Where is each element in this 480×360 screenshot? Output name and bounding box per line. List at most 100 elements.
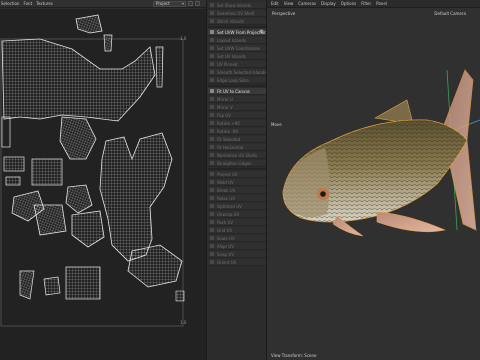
pelvic-fin — [376, 211, 446, 233]
tool-label: Mirror U — [217, 96, 233, 102]
tool-item[interactable]: Orient UV — [208, 259, 266, 266]
uv-menu-font[interactable]: Font — [23, 1, 32, 6]
tool-separator — [208, 168, 266, 170]
tool-item[interactable]: Project UV — [208, 171, 266, 178]
uv-menu-selection[interactable]: Selection — [1, 1, 19, 6]
tool-item[interactable]: Scale UV — [208, 235, 266, 242]
tool-item[interactable]: UV Pinned — [208, 61, 266, 68]
tool-icon — [210, 97, 214, 101]
tool-item[interactable]: Set UVW Coordinates — [208, 45, 266, 52]
uv-island-rect-4 — [1, 116, 11, 148]
tool-item[interactable]: Align UV — [208, 243, 266, 250]
tool-label: Fit UV to Canvas — [217, 88, 250, 94]
tool-item[interactable]: Stitch Islands — [208, 18, 266, 25]
tool-icon — [210, 121, 214, 125]
uv-island-mid — [59, 116, 97, 160]
tool-icon — [210, 89, 214, 93]
tool-item[interactable]: Break UV — [208, 187, 266, 194]
3d-viewport[interactable]: Edit View Cameras Display Options Filter… — [267, 0, 480, 360]
tool-label: Set UV Islands — [217, 53, 246, 59]
uv-island-fin-small — [103, 34, 113, 52]
projection-dropdown-value: Project — [156, 1, 170, 6]
tool-item[interactable]: Mirror U — [208, 96, 266, 103]
tool-item[interactable]: Seamless UV Shell — [208, 10, 266, 17]
uv-island-fin-top — [75, 14, 103, 34]
tool-label: Break UV — [217, 187, 236, 193]
tool-label: Unwrap UV — [217, 211, 240, 217]
tool-label: Relax UV — [217, 195, 235, 201]
tool-item[interactable]: Relax UV — [208, 195, 266, 202]
uv-island-tail — [127, 244, 183, 288]
tool-icon — [210, 252, 214, 256]
tool-icon — [210, 220, 214, 224]
tool-item[interactable]: Straighten Edges — [208, 160, 266, 167]
tool-label: Weld UV — [217, 179, 234, 185]
uv-snap-toggle-icon[interactable] — [195, 1, 200, 6]
tool-item[interactable]: Fit Horizontal — [208, 144, 266, 151]
uv-layout-svg — [0, 14, 185, 327]
tool-label: Stitch Islands — [217, 18, 244, 24]
tool-item[interactable]: Optimize UV — [208, 203, 266, 210]
tool-item[interactable]: Smooth Selected Islands — [208, 69, 266, 76]
tool-icon — [210, 11, 214, 15]
tool-icon — [210, 196, 214, 200]
tool-item[interactable]: Normalize UV Shells — [208, 152, 266, 159]
tool-label: Rotate -90 — [217, 128, 238, 134]
tool-item[interactable]: Pack UV — [208, 219, 266, 226]
uv-island-blob-3 — [71, 210, 105, 248]
tool-icon — [210, 161, 214, 165]
tool-item[interactable]: Rotate +90 — [208, 120, 266, 127]
uv-island-rect-2 — [31, 158, 63, 186]
tool-label: UV Pinned — [217, 61, 238, 67]
tool-item[interactable]: Mirror V — [208, 104, 266, 111]
tool-item[interactable]: Edge Loop Slice — [208, 77, 266, 84]
tool-icon — [210, 105, 214, 109]
tool-label: Pack UV — [217, 219, 234, 225]
tool-label: Fit Horizontal — [217, 144, 244, 150]
tool-item[interactable]: Flip UV — [208, 112, 266, 119]
tool-label: Optimize UV — [217, 203, 242, 209]
uv-island-blob-1 — [65, 184, 93, 214]
tool-item[interactable]: Layout Islands — [208, 37, 266, 44]
fish-render — [282, 69, 480, 237]
tool-item[interactable]: Set Show Islands — [208, 2, 266, 9]
tool-icon — [210, 236, 214, 240]
tool-item[interactable]: Snap UV — [208, 251, 266, 258]
tool-icon — [210, 46, 214, 50]
uv-coord-top: 1.0 — [180, 36, 187, 41]
tool-item[interactable]: Set UVW From Projection ⚙ — [208, 29, 266, 36]
projection-dropdown[interactable]: Project ▾ — [153, 1, 186, 7]
uv-grid-toggle-icon[interactable] — [188, 1, 193, 6]
uv-island-rect-1 — [3, 156, 25, 172]
tool-label: Seamless UV Shell — [217, 10, 255, 16]
tool-item[interactable]: Unwrap UV — [208, 211, 266, 218]
tool-item[interactable]: Set UV Islands — [208, 53, 266, 60]
tool-icon — [210, 30, 214, 34]
tool-item[interactable]: Fit Selected — [208, 136, 266, 143]
tool-icon — [210, 62, 214, 66]
uv-menu-textures[interactable]: Textures — [36, 1, 53, 6]
gear-icon[interactable]: ⚙ — [260, 29, 264, 35]
tool-label: Set UVW Coordinates — [217, 45, 260, 51]
uv-tools-panel: Set Show Islands Seamless UV Shell Stitch … — [207, 0, 267, 360]
tool-icon — [210, 188, 214, 192]
fish-head — [283, 148, 330, 217]
tool-separator — [208, 85, 266, 87]
uv-island-strip — [155, 46, 164, 88]
tool-item[interactable]: Grid UV — [208, 227, 266, 234]
uv-canvas[interactable]: 1.0 1.0 — [0, 9, 206, 360]
tool-label: Set Show Islands — [217, 2, 251, 8]
uv-island-small-3 — [175, 290, 185, 302]
uv-island-rect-5 — [65, 266, 101, 300]
tool-icon — [210, 3, 214, 7]
tool-label: Normalize UV Shells — [217, 152, 258, 158]
tool-icon — [210, 78, 214, 82]
tool-icon — [210, 228, 214, 232]
tool-item[interactable]: Weld UV — [208, 179, 266, 186]
tool-icon — [210, 180, 214, 184]
tool-icon — [210, 145, 214, 149]
tool-label: Scale UV — [217, 235, 235, 241]
tool-item[interactable]: Rotate -90 — [208, 128, 266, 135]
tool-item[interactable]: Fit UV to Canvas — [208, 88, 266, 95]
tool-label: Smooth Selected Islands — [217, 69, 266, 75]
